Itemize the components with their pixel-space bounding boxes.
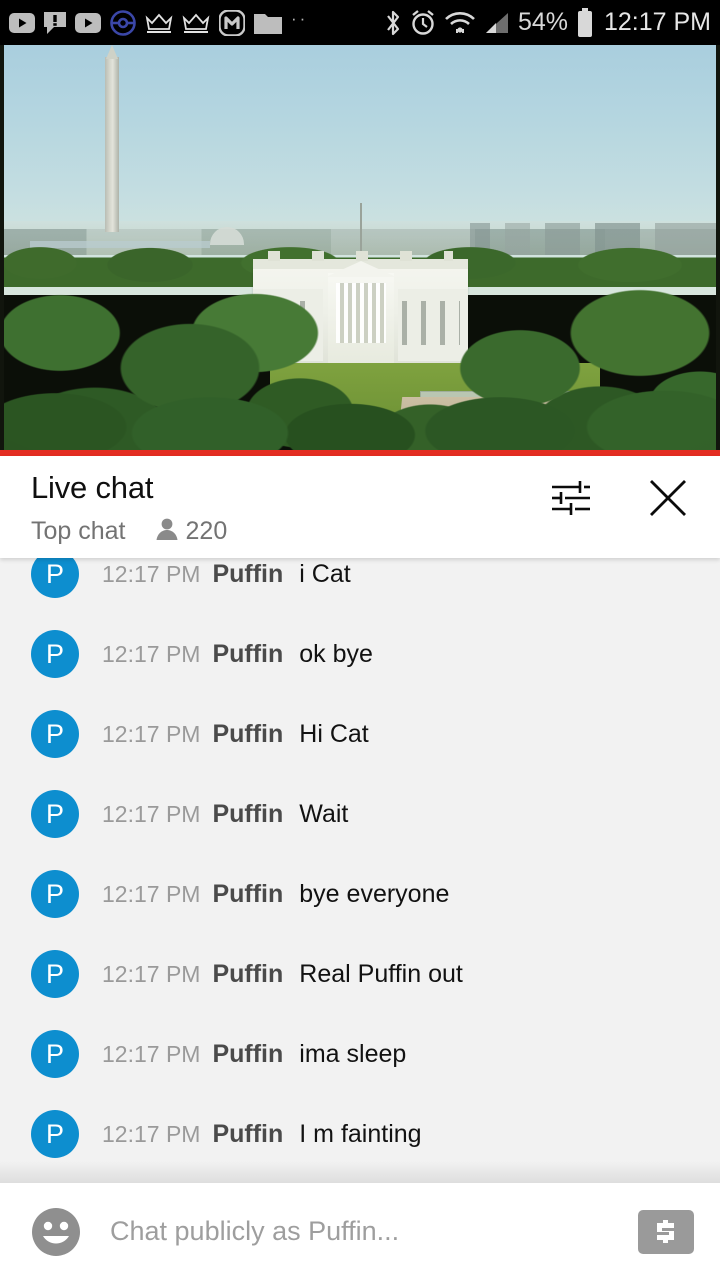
live-chat-subheader: Top chat 220 [31,516,227,547]
alarm-clock-icon [410,9,436,37]
table-row[interactable]: P 12:17 PM Puffin Hi Cat [0,694,720,774]
avatar[interactable]: P [31,950,79,998]
battery-icon [576,7,594,38]
message-text: Real Puffin out [299,959,463,988]
message-body: 12:17 PM Puffin Real Puffin out [102,960,463,989]
video-player[interactable] [0,45,720,450]
message-text: ok bye [299,639,373,668]
message-author[interactable]: Puffin [212,1040,283,1069]
letterbox-right [716,45,720,450]
dollar-sign-icon[interactable] [638,1209,694,1254]
message-body: 12:17 PM Puffin bye everyone [102,880,449,909]
message-timestamp: 12:17 PM [102,960,201,987]
live-chat-header: Live chat Top chat 220 [0,456,720,558]
status-bar-clock: 12:17 PM [603,8,711,36]
message-author[interactable]: Puffin [212,800,283,829]
search-input[interactable] [110,1216,638,1247]
chat-mode-label[interactable]: Top chat [31,517,126,546]
message-body: 12:17 PM Puffin I m fainting [102,1120,422,1149]
viewer-count: 220 [185,517,228,545]
live-chat-message-list[interactable]: P 12:17 PM Puffin i Cat P 12:17 PM Puffi… [0,558,720,1183]
viewer-count-group: 220 [154,516,228,547]
message-author[interactable]: Puffin [212,960,283,989]
table-row[interactable]: P 12:17 PM Puffin i Cat [0,558,720,614]
message-timestamp: 12:17 PM [102,880,201,907]
more-notifications-indicator: ·· [291,8,309,28]
message-text: ima sleep [299,1039,407,1068]
avatar[interactable]: P [31,710,79,758]
message-text: bye everyone [299,879,450,908]
avatar[interactable]: P [31,1110,79,1158]
message-author[interactable]: Puffin [212,720,283,749]
status-bar-system: 54% 12:17 PM [384,7,720,38]
table-row[interactable]: P 12:17 PM Puffin I m fainting [0,1094,720,1174]
avatar[interactable]: P [31,1030,79,1078]
message-body: 12:17 PM Puffin ok bye [102,640,373,669]
message-text: i Cat [299,559,351,588]
youtube-secondary-icon [75,12,101,33]
message-timestamp: 12:17 PM [102,640,201,667]
message-timestamp: 12:17 PM [102,720,201,747]
message-body: 12:17 PM Puffin Hi Cat [102,720,369,749]
table-row[interactable]: P 12:17 PM Puffin ok bye [0,614,720,694]
battery-percentage: 54% [517,8,568,36]
avatar[interactable]: P [31,558,79,598]
message-body: 12:17 PM Puffin Wait [102,800,348,829]
tune-icon[interactable] [542,470,598,526]
message-text: I m fainting [299,1119,422,1148]
letterbox-left [0,45,4,450]
table-row[interactable]: P 12:17 PM Puffin bye everyone [0,854,720,934]
wifi-icon [444,10,476,36]
chat-input-bar [0,1183,720,1280]
message-body: 12:17 PM Puffin ima sleep [102,1040,406,1069]
phone-screen: ·· 54% 12:17 PM Live chat Top chat 220 P… [0,0,720,1280]
folder-icon [254,12,282,34]
live-chat-title: Live chat [31,470,154,505]
table-row[interactable]: P 12:17 PM Puffin Wait [0,774,720,854]
comment-alert-icon [44,11,66,35]
message-timestamp: 12:17 PM [102,800,201,827]
emoji-smiley-icon[interactable] [28,1204,84,1260]
person-icon [154,516,180,547]
message-text: Hi Cat [299,719,369,748]
message-timestamp: 12:17 PM [102,1120,201,1147]
message-author[interactable]: Puffin [212,560,283,589]
avatar[interactable]: P [31,630,79,678]
table-row[interactable]: P 12:17 PM Puffin Real Puffin out [0,934,720,1014]
message-timestamp: 12:17 PM [102,560,201,587]
youtube-icon [9,12,35,33]
table-row[interactable]: P 12:17 PM Puffin ima sleep [0,1014,720,1094]
cell-signal-icon [484,11,510,35]
message-text: Wait [299,799,349,828]
bluetooth-icon [384,9,402,37]
musically-icon [219,9,245,36]
message-author[interactable]: Puffin [212,640,283,669]
status-bar-notifications: ·· [0,8,309,36]
white-house-chimneys [268,251,453,261]
message-timestamp: 12:17 PM [102,1040,201,1067]
washington-monument [105,45,119,232]
crown-icon-1 [145,12,173,34]
status-bar: ·· 54% 12:17 PM [0,0,720,45]
avatar[interactable]: P [31,870,79,918]
message-author[interactable]: Puffin [212,1120,283,1149]
crown-icon-2 [182,12,210,34]
pokeball-icon [110,9,136,36]
message-body: 12:17 PM Puffin i Cat [102,560,351,589]
message-author[interactable]: Puffin [212,880,283,909]
chat-header-actions [542,470,696,526]
avatar[interactable]: P [31,790,79,838]
close-icon[interactable] [640,470,696,526]
foreground-trees-lower [0,375,720,450]
